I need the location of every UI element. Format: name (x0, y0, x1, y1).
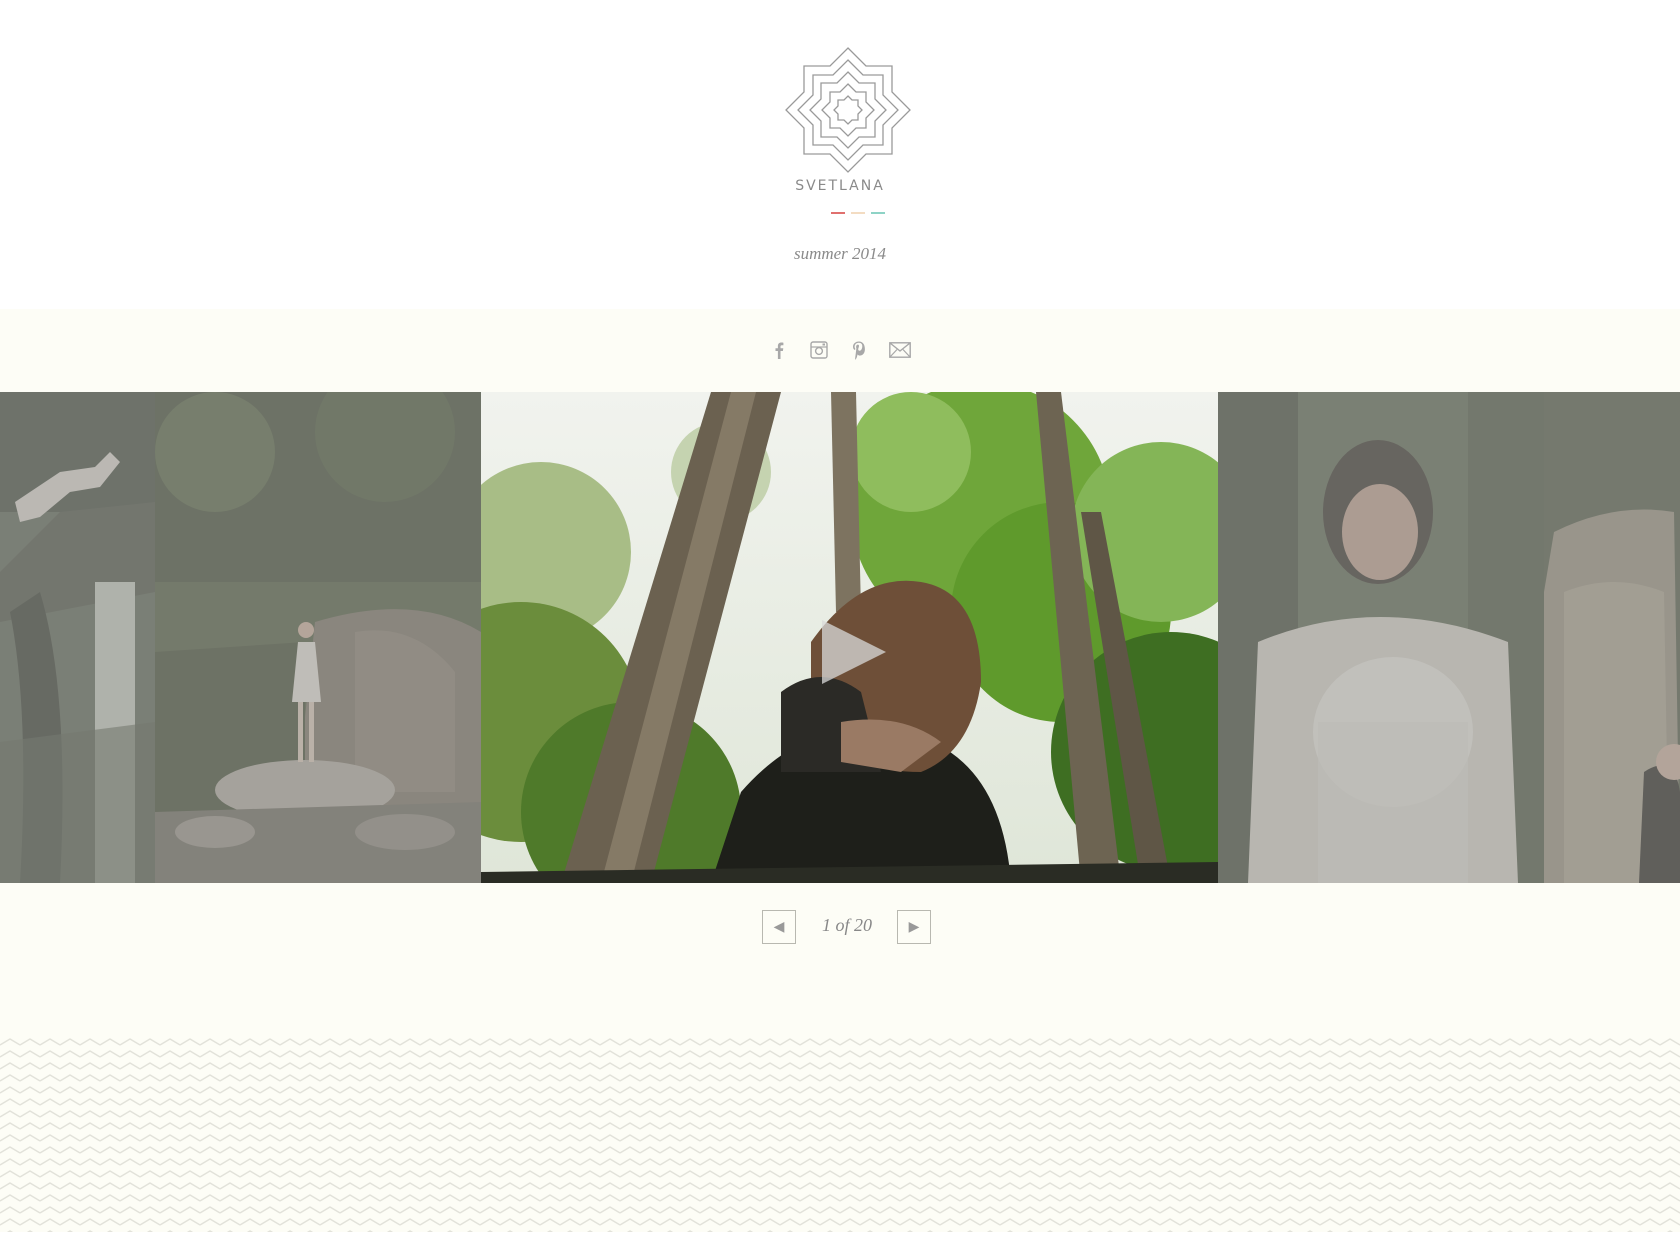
divider-teal (871, 212, 885, 214)
pinterest-icon[interactable] (848, 339, 870, 361)
slide-counter: 1 of 20 (821, 915, 872, 935)
mail-icon[interactable] (888, 339, 912, 361)
slide-climber[interactable] (0, 392, 155, 883)
brand-name: SVETLANA (795, 178, 885, 194)
play-icon[interactable] (822, 620, 886, 684)
divider-red (831, 212, 845, 214)
zigzag-pattern-footer (0, 1037, 1680, 1232)
instagram-icon[interactable] (808, 339, 830, 361)
slide-dim-overlay (155, 392, 481, 883)
site-header: SVETLANA summer 2014 (0, 0, 1680, 309)
slide-dim-overlay (1544, 392, 1680, 883)
slide-woman-knit[interactable] (1218, 392, 1544, 883)
divider-peach (851, 212, 865, 214)
social-links (0, 339, 1680, 363)
collection-tagline: summer 2014 (793, 244, 887, 263)
prev-slide-button[interactable]: ◀ (762, 910, 796, 944)
logo-star-icon[interactable] (778, 40, 918, 180)
facebook-icon[interactable] (768, 339, 790, 361)
next-slide-button[interactable]: ▶ (897, 910, 931, 944)
color-divider (826, 212, 890, 214)
slide-dim-overlay (0, 392, 155, 883)
slide-stone[interactable] (1544, 392, 1680, 883)
slide-dim-overlay (1218, 392, 1544, 883)
slide-rock-standing[interactable] (155, 392, 481, 883)
